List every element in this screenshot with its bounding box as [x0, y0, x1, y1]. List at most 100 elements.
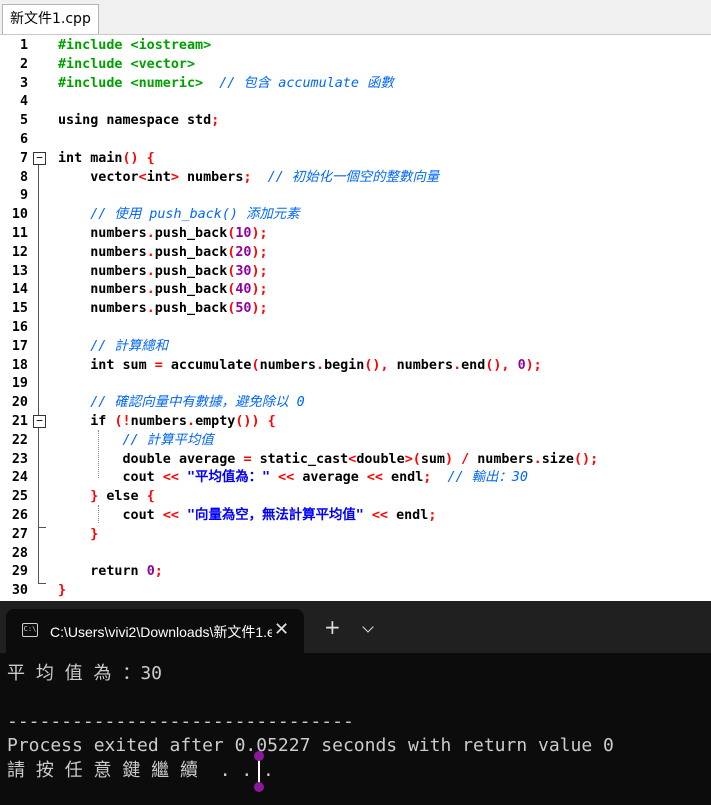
code-text: // 計算平均值: [58, 432, 213, 451]
fold-toggle-main[interactable]: −: [33, 152, 46, 165]
code-token: .: [146, 282, 155, 298]
fold-toggle-if[interactable]: −: [33, 415, 46, 428]
code-token: push_back: [154, 226, 228, 241]
code-token: () {: [122, 150, 155, 166]
code-line[interactable]: 11 numbers.push_back(10);: [0, 225, 711, 244]
code-token: ();: [574, 451, 599, 467]
code-text: int sum = accumulate(numbers.begin(), nu…: [58, 357, 542, 376]
line-number: 28: [11, 545, 28, 561]
code-line[interactable]: 2 #include <vector>: [0, 56, 711, 75]
code-line[interactable]: 17 // 計算總和: [0, 338, 711, 357]
code-text: numbers.push_back(10);: [58, 225, 267, 244]
cursor-handle-bottom[interactable]: [254, 782, 264, 792]
code-token: endl: [391, 470, 424, 486]
code-line[interactable]: 30}: [0, 582, 711, 600]
code-token: }: [58, 489, 107, 505]
code-token: .: [146, 301, 155, 317]
fold-guide-main: [38, 165, 39, 583]
line-number: 19: [11, 376, 28, 392]
code-text: #include <numeric> // 包含 accumulate 函數: [58, 75, 394, 94]
code-line[interactable]: 18 int sum = accumulate(numbers.begin(),…: [0, 357, 711, 376]
code-token: // 包含 accumulate 函數: [219, 75, 394, 91]
code-line[interactable]: 23 double average = static_cast<double>(…: [0, 451, 711, 470]
code-line[interactable]: 24 cout << "平均值為：" << average << endl; /…: [0, 469, 711, 488]
code-line[interactable]: 28: [0, 545, 711, 564]
code-token: push_back: [154, 244, 228, 260]
code-line[interactable]: 10 // 使用 push_back() 添加元素: [0, 206, 711, 225]
line-number: 11: [11, 226, 28, 241]
line-number: 3: [19, 75, 28, 91]
code-token: numbers: [58, 244, 147, 260]
line-number: 24: [11, 470, 28, 486]
code-line[interactable]: 7 int main() {: [0, 150, 711, 169]
code-line[interactable]: 22 // 計算平均值: [0, 432, 711, 451]
line-number: 9: [19, 188, 28, 204]
code-line[interactable]: 5 using namespace std;: [0, 112, 711, 131]
code-text: numbers.push_back(50);: [58, 300, 267, 319]
code-editor[interactable]: 1 #include <iostream> 2 #include <vector> 3 #…: [0, 35, 711, 600]
code-token: int: [146, 169, 171, 185]
code-line[interactable]: 4: [0, 93, 711, 112]
code-text: #include <iostream>: [58, 37, 211, 56]
code-text: cout << "平均值為：" << average << endl; // 輸…: [58, 469, 527, 488]
line-number: 16: [11, 320, 28, 335]
code-text: // 使用 push_back() 添加元素: [58, 206, 299, 225]
code-token: .: [187, 414, 196, 429]
code-token: vector: [58, 169, 139, 185]
code-token: .: [146, 263, 155, 279]
output-process-exit: Process exited after 0.05227 seconds wit…: [7, 735, 614, 756]
editor-file-tab[interactable]: 新文件1.cpp: [2, 4, 99, 34]
code-text: // 計算總和: [58, 338, 168, 357]
terminal-tab-title: C:\Users\vivi2\Downloads\新文件1.exe: [50, 624, 272, 640]
code-line[interactable]: 9: [0, 187, 711, 206]
code-token: #include <numeric>: [58, 75, 220, 91]
code-token: else: [106, 489, 147, 505]
indent-guide-if: [98, 430, 99, 478]
code-token: int: [58, 150, 91, 166]
code-line[interactable]: 19: [0, 375, 711, 394]
code-line[interactable]: 8 vector<int> numbers; // 初始化一個空的整數向量: [0, 169, 711, 188]
code-line[interactable]: 26 cout << "向量為空，無法計算平均值" << endl;: [0, 507, 711, 526]
output-separator: --------------------------------: [7, 711, 354, 732]
code-line[interactable]: 1 #include <iostream>: [0, 37, 711, 56]
code-line[interactable]: 27 }: [0, 526, 711, 545]
code-token: accumulate: [170, 357, 252, 373]
line-number: 26: [11, 508, 28, 523]
code-text: // 確認向量中有數據，避免除以 0: [58, 394, 304, 413]
code-line[interactable]: 14 numbers.push_back(40);: [0, 281, 711, 300]
console-window[interactable]: C:\ C:\Users\vivi2\Downloads\新文件1.exe ✕ …: [0, 601, 711, 805]
code-token: numbers: [130, 414, 187, 429]
code-line[interactable]: 13 numbers.push_back(30);: [0, 263, 711, 282]
code-line[interactable]: 6: [0, 131, 711, 150]
code-text: numbers.push_back(40);: [58, 281, 267, 300]
code-token: (),: [364, 357, 397, 373]
code-text: double average = static_cast<double>(sum…: [58, 451, 598, 470]
code-token: average: [178, 451, 244, 467]
code-line[interactable]: 29 return 0;: [0, 563, 711, 582]
code-line[interactable]: 3 #include <numeric> // 包含 accumulate 函數: [0, 75, 711, 94]
code-token: {: [146, 489, 155, 505]
chevron-down-icon[interactable]: [362, 621, 374, 633]
code-token: numbers: [58, 226, 147, 241]
code-line[interactable]: 21 if (!numbers.empty()) {: [0, 413, 711, 432]
code-token: sum: [122, 357, 155, 373]
line-number: 14: [11, 282, 28, 298]
code-token: int: [58, 357, 123, 373]
code-token: numbers: [58, 263, 147, 279]
cursor-handle-top[interactable]: [254, 751, 264, 761]
fold-end-main: [38, 583, 46, 584]
code-line[interactable]: 20 // 確認向量中有數據，避免除以 0: [0, 394, 711, 413]
new-tab-button[interactable]: +: [324, 617, 341, 637]
code-token: 10: [235, 226, 252, 241]
code-token: numbers: [58, 301, 147, 317]
editor-tab-strip: 新文件1.cpp: [0, 0, 711, 35]
code-line[interactable]: 15 numbers.push_back(50);: [0, 300, 711, 319]
code-token: );: [251, 244, 268, 260]
code-line[interactable]: 12 numbers.push_back(20);: [0, 244, 711, 263]
terminal-tab[interactable]: C:\ C:\Users\vivi2\Downloads\新文件1.exe ✕: [6, 609, 304, 653]
code-line[interactable]: 25 } else {: [0, 488, 711, 507]
code-line[interactable]: 16: [0, 319, 711, 338]
code-token: 20: [235, 244, 252, 260]
close-icon[interactable]: ✕: [274, 619, 289, 640]
code-token: double: [356, 451, 405, 467]
